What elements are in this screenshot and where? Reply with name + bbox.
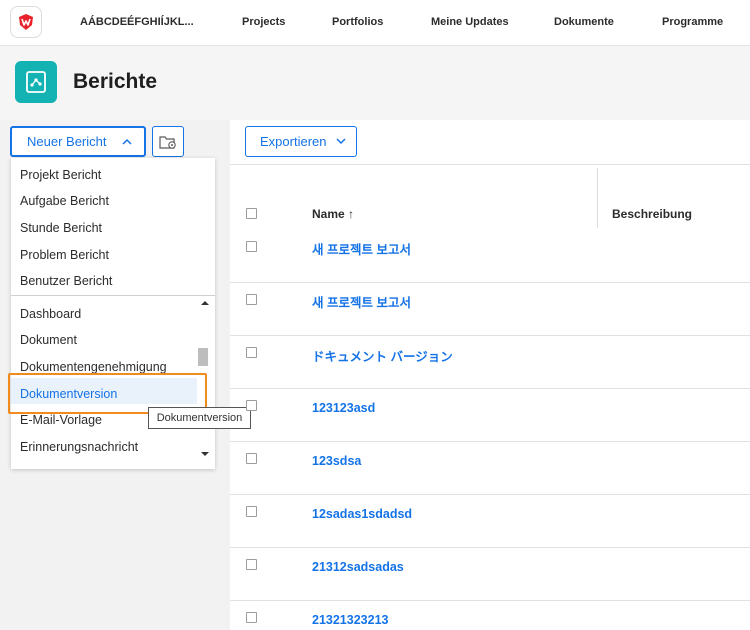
table-row-name[interactable]: 12sadas1sdadsd — [312, 507, 412, 521]
chevron-up-icon — [122, 138, 132, 145]
table-row-name[interactable]: 123sdsa — [312, 454, 361, 468]
row-checkbox[interactable] — [246, 241, 257, 252]
table-row-name[interactable]: 123123asd — [312, 401, 375, 415]
column-divider — [597, 168, 598, 228]
row-checkbox[interactable] — [246, 612, 257, 623]
nav-projects[interactable]: Projects — [242, 16, 285, 28]
row-divider — [230, 600, 750, 601]
new-report-button[interactable]: Neuer Bericht — [10, 126, 146, 157]
table-row-name[interactable]: 새 프로젝트 보고서 — [312, 292, 411, 311]
menu-item-reminder-notification[interactable]: Erinnerungsnachricht — [20, 440, 138, 454]
select-all-checkbox[interactable] — [246, 208, 257, 219]
column-header-name-label: Name — [312, 207, 345, 221]
table-row-name[interactable]: ドキュメント バージョン — [312, 346, 453, 365]
reports-app-icon — [15, 61, 57, 103]
nav-portfolios[interactable]: Portfolios — [332, 16, 383, 28]
table-row-name[interactable]: 새 프로젝트 보고서 — [312, 239, 411, 258]
table-row-name[interactable]: 21312sadsadas — [312, 560, 404, 574]
row-divider — [230, 547, 750, 548]
app-logo-button[interactable] — [10, 6, 42, 38]
menu-item-tooltip: Dokumentversion — [148, 407, 251, 429]
menu-item-project-report[interactable]: Projekt Bericht — [20, 168, 101, 182]
table-row-name[interactable]: 21321323213 — [312, 613, 388, 627]
menu-item-document[interactable]: Dokument — [20, 333, 77, 347]
page-title: Berichte — [73, 70, 158, 93]
menu-item-user-report[interactable]: Benutzer Bericht — [20, 274, 112, 288]
scroll-up-arrow-icon[interactable] — [201, 300, 209, 306]
menu-item-hour-report[interactable]: Stunde Bericht — [20, 221, 102, 235]
row-checkbox[interactable] — [246, 347, 257, 358]
row-divider — [230, 388, 750, 389]
nav-programs[interactable]: Programme — [662, 16, 723, 28]
export-label: Exportieren — [260, 134, 327, 149]
top-nav-bar: AÁBCDEÉFGHIÍJKL... Projects Portfolios M… — [0, 0, 750, 46]
row-checkbox[interactable] — [246, 506, 257, 517]
row-checkbox[interactable] — [246, 294, 257, 305]
row-divider — [230, 282, 750, 283]
menu-item-document-approval[interactable]: Dokumentengenehmigung — [20, 360, 167, 374]
workfront-logo-icon — [19, 14, 33, 30]
scroll-down-arrow-icon[interactable] — [201, 451, 209, 457]
column-header-name[interactable]: Name ↑ — [312, 207, 354, 221]
nav-my-updates[interactable]: Meine Updates — [431, 16, 509, 28]
menu-divider — [11, 295, 215, 296]
row-divider — [230, 335, 750, 336]
row-checkbox[interactable] — [246, 400, 257, 411]
dropdown-scrollbar-thumb[interactable] — [198, 348, 208, 366]
nav-documents[interactable]: Dokumente — [554, 16, 614, 28]
menu-item-email-template[interactable]: E-Mail-Vorlage — [20, 413, 102, 427]
row-divider — [230, 441, 750, 442]
menu-item-issue-report[interactable]: Problem Bericht — [20, 248, 109, 262]
row-checkbox[interactable] — [246, 559, 257, 570]
toolbar-divider — [230, 164, 750, 165]
page-header: Berichte — [0, 46, 750, 120]
column-header-description[interactable]: Beschreibung — [612, 207, 692, 221]
row-checkbox[interactable] — [246, 453, 257, 464]
chevron-down-icon — [336, 138, 346, 145]
row-divider — [230, 494, 750, 495]
sort-ascending-icon: ↑ — [348, 207, 355, 221]
export-button[interactable]: Exportieren — [245, 126, 357, 157]
menu-item-dashboard[interactable]: Dashboard — [20, 307, 81, 321]
nav-org-name[interactable]: AÁBCDEÉFGHIÍJKL... — [80, 16, 194, 28]
new-report-label: Neuer Bericht — [27, 134, 107, 149]
report-chart-icon — [26, 71, 46, 93]
menu-item-task-report[interactable]: Aufgabe Bericht — [20, 194, 109, 208]
folder-settings-button[interactable] — [152, 126, 184, 157]
folder-gear-icon — [159, 135, 176, 149]
